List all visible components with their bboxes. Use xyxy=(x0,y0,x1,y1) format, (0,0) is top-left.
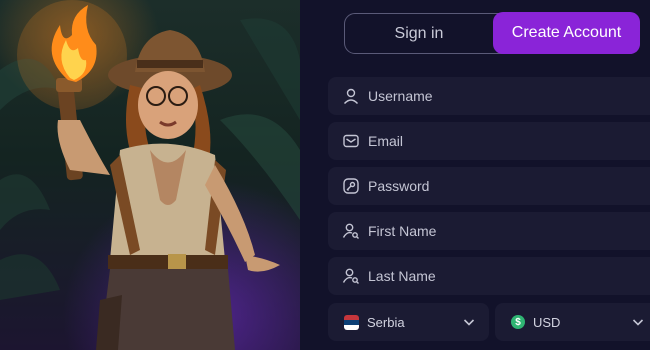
currency-select[interactable]: $ USD xyxy=(495,303,650,341)
hero-illustration xyxy=(0,0,300,350)
tab-create-account[interactable]: Create Account xyxy=(493,12,640,54)
username-placeholder: Username xyxy=(368,88,433,104)
chevron-down-icon xyxy=(632,315,644,333)
country-value: Serbia xyxy=(367,314,405,330)
username-field[interactable]: Username xyxy=(328,77,650,115)
key-icon xyxy=(341,176,361,196)
currency-value: USD xyxy=(533,314,561,330)
first-name-placeholder: First Name xyxy=(368,223,437,239)
user-icon xyxy=(341,86,361,106)
email-placeholder: Email xyxy=(368,133,404,149)
chevron-down-icon xyxy=(463,315,475,333)
password-placeholder: Password xyxy=(368,178,430,194)
user-search-icon xyxy=(341,221,361,241)
user-search-icon xyxy=(341,266,361,286)
tab-signin[interactable]: Sign in xyxy=(345,14,493,53)
password-field[interactable]: Password xyxy=(328,167,650,205)
mail-icon xyxy=(341,131,361,151)
email-field[interactable]: Email xyxy=(328,122,650,160)
registration-panel: Sign in Create Account Username Email Pa… xyxy=(300,0,650,350)
serbia-flag-icon xyxy=(344,314,359,330)
last-name-field[interactable]: Last Name xyxy=(328,257,650,295)
first-name-field[interactable]: First Name xyxy=(328,212,650,250)
country-select[interactable]: Serbia xyxy=(328,303,489,341)
dollar-icon: $ xyxy=(511,315,525,329)
last-name-placeholder: Last Name xyxy=(368,268,436,284)
